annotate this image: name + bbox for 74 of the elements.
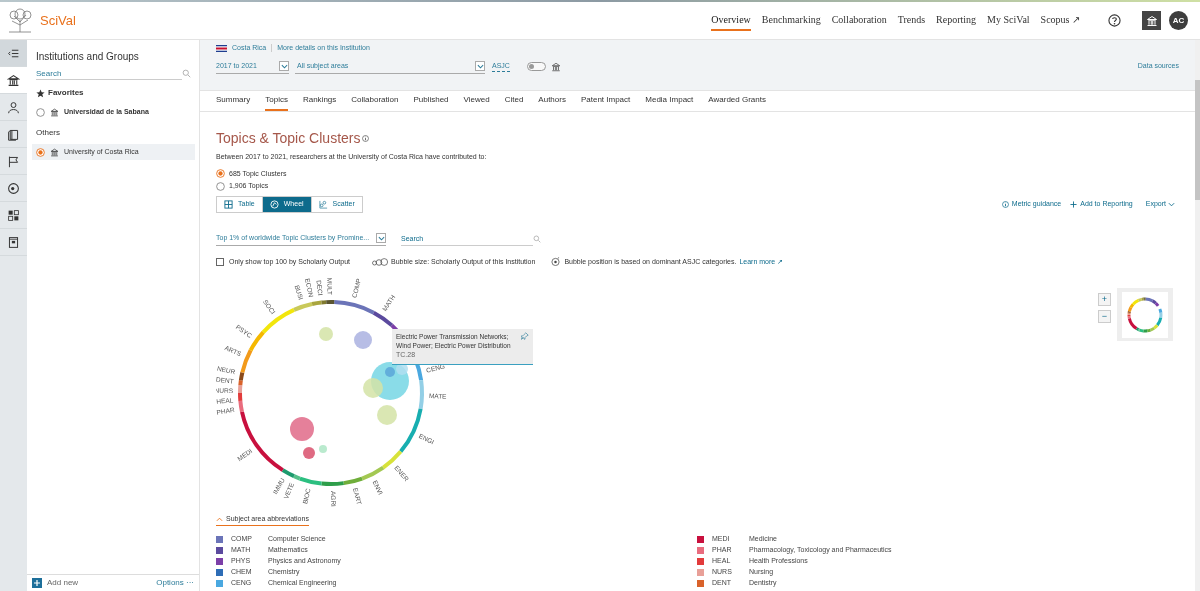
add-new-link[interactable]: Add new xyxy=(47,577,79,589)
radio-icon xyxy=(36,107,45,117)
bank-icon xyxy=(1145,14,1158,27)
bank-icon xyxy=(550,61,561,72)
add-button[interactable] xyxy=(32,578,42,588)
group-label: Favorites xyxy=(48,87,84,99)
pin-icon[interactable] xyxy=(521,332,529,340)
plus-icon xyxy=(1070,200,1078,208)
target-icon xyxy=(7,181,20,195)
info-icon xyxy=(1001,200,1009,208)
tab[interactable]: Collaboration xyxy=(351,91,399,111)
group-label: Others xyxy=(36,127,60,139)
tree-logo-icon xyxy=(6,7,34,34)
minimap-wheel-icon xyxy=(1125,294,1165,335)
search-icon xyxy=(182,69,191,78)
nav-link[interactable]: Collaboration xyxy=(831,10,887,31)
tab[interactable]: Awarded Grants xyxy=(708,91,766,111)
tab[interactable]: Authors xyxy=(538,91,566,111)
app-name: SciVal xyxy=(40,11,76,30)
bank-icon xyxy=(50,147,59,157)
institution-button[interactable] xyxy=(1142,11,1161,30)
chevron-down-icon xyxy=(377,235,385,241)
tab[interactable]: Patent Impact xyxy=(580,91,631,111)
nav-link[interactable]: Overview xyxy=(711,10,751,31)
page-title: Topics & Topic Clusters xyxy=(216,129,361,148)
options-link[interactable]: Options ··· xyxy=(156,577,194,589)
document-icon xyxy=(7,235,20,249)
search-field[interactable]: Search xyxy=(36,67,182,80)
tab[interactable]: Media Impact xyxy=(645,91,694,111)
search-icon xyxy=(533,234,541,243)
minimap[interactable] xyxy=(1117,288,1173,341)
zoom-out-button[interactable]: − xyxy=(1098,310,1111,323)
nav-link[interactable]: Reporting xyxy=(936,10,977,31)
tab[interactable]: Rankings xyxy=(302,91,337,111)
bubble-position-icon xyxy=(551,257,561,267)
chevron-up-icon xyxy=(216,516,223,522)
checkbox[interactable] xyxy=(216,257,224,266)
person-icon xyxy=(7,100,20,114)
chevron-down-icon xyxy=(476,63,484,69)
bubble[interactable] xyxy=(303,447,315,459)
nav-link[interactable]: My SciVal xyxy=(987,10,1030,31)
tab[interactable]: Cited xyxy=(504,91,524,111)
scrollbar[interactable] xyxy=(1195,40,1200,591)
wheel-icon xyxy=(269,199,279,209)
nav-link[interactable]: Benchmarking xyxy=(761,10,821,31)
chevron-down-icon xyxy=(1168,201,1175,207)
grid-icon xyxy=(7,208,20,222)
tab[interactable]: Topics xyxy=(265,91,288,111)
bubble-size-icon xyxy=(372,257,388,266)
toggle-switch[interactable] xyxy=(526,62,546,71)
help-icon[interactable] xyxy=(1108,14,1121,27)
bank-icon xyxy=(50,107,59,117)
panel-title: Institutions and Groups xyxy=(36,50,140,64)
book-icon xyxy=(7,127,20,141)
zoom-in-button[interactable]: + xyxy=(1098,293,1111,306)
tab[interactable]: Summary xyxy=(216,91,251,111)
bubble[interactable] xyxy=(290,417,314,441)
chevron-down-icon xyxy=(280,63,288,69)
nav-link[interactable]: Scopus ↗ xyxy=(1040,10,1080,31)
plus-icon xyxy=(34,580,40,586)
flag-icon xyxy=(216,44,227,52)
avatar-button[interactable]: AC xyxy=(1169,11,1188,30)
rail-button[interactable] xyxy=(0,67,27,94)
collapse-button[interactable] xyxy=(0,40,27,67)
info-icon xyxy=(362,135,370,142)
institution-icon xyxy=(7,73,20,87)
radio-icon xyxy=(36,147,45,157)
tab[interactable]: Viewed xyxy=(463,91,490,111)
nav-link[interactable]: Trends xyxy=(897,10,926,31)
scatter-icon xyxy=(318,199,328,209)
table-icon xyxy=(224,199,233,209)
flag-icon xyxy=(7,154,20,168)
tab[interactable]: Published xyxy=(413,91,449,111)
star-icon xyxy=(36,88,45,98)
